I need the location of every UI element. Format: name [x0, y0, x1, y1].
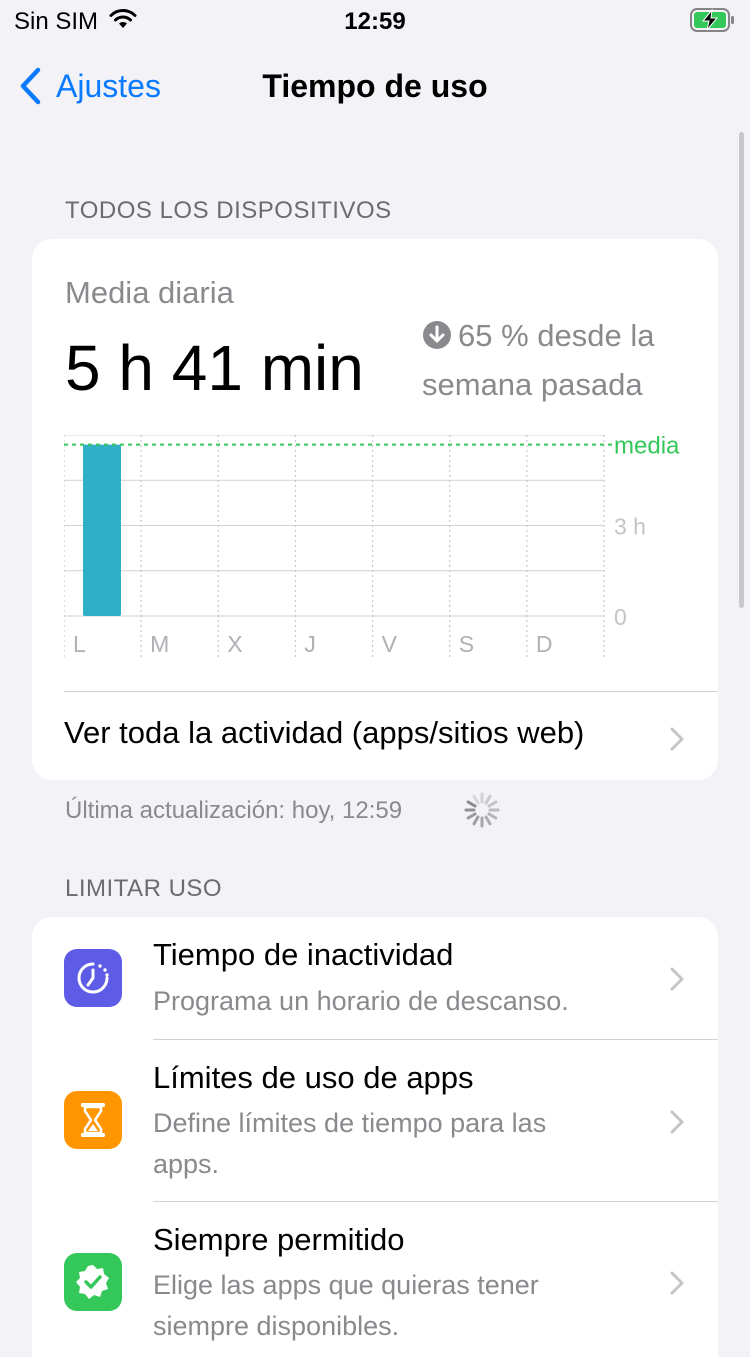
always-allowed-subtitle: Elige las apps que quieras tener siempre… [153, 1270, 539, 1341]
app-limits-title: Límites de uso de apps [153, 1060, 474, 1095]
hourglass-icon [64, 1091, 122, 1149]
chart-x-tick-label: D [536, 631, 553, 657]
downtime-subtitle: Programa un horario de descanso. [153, 986, 569, 1016]
loading-spinner-icon [464, 792, 500, 828]
status-bar: Sin SIM 12:59 [0, 0, 750, 44]
spinner-spoke [487, 800, 498, 808]
weekly-change-text: 65 % desde la semana pasada [422, 318, 655, 402]
downtime-icon [64, 949, 122, 1007]
chevron-right-icon [670, 1271, 684, 1295]
chart-x-tick-label: V [382, 631, 398, 657]
section-header-all-devices: TODOS LOS DISPOSITIVOS [65, 197, 392, 224]
chart-x-tick-label: S [459, 631, 474, 657]
chart-bar-L [83, 444, 121, 616]
spinner-spoke [466, 800, 477, 808]
daily-average-value: 5 h 41 min [65, 332, 364, 404]
section-header-limit-usage: LIMITAR USO [65, 875, 223, 902]
divider [64, 691, 718, 692]
chevron-right-icon [670, 967, 684, 991]
limit-usage-card: Tiempo de inactividad Programa un horari… [32, 917, 718, 1357]
clock: 12:59 [344, 8, 406, 35]
weekly-change: 65 % desde la semana pasada [422, 313, 692, 407]
arrow-down-circle-icon [422, 317, 452, 362]
page-title: Tiempo de uso [262, 68, 488, 104]
daily-average-card: Media diaria 5 h 41 min 65 % desde la se… [32, 239, 718, 780]
navigation-bar: Ajustes Tiempo de uso [0, 60, 750, 110]
view-all-activity-link[interactable]: Ver toda la actividad (apps/sitios web) [64, 715, 584, 751]
list-item-app-limits[interactable]: Límites de uso de apps Define límites de… [32, 1039, 718, 1201]
spinner-spoke [487, 812, 498, 820]
chart-x-tick-label: M [150, 631, 169, 657]
chevron-right-icon [670, 1110, 684, 1134]
chart-y-tick-label: 3 h [614, 514, 646, 540]
app-limits-subtitle: Define límites de tiempo para las apps. [153, 1108, 547, 1179]
checkmark-seal-icon [64, 1253, 122, 1311]
spinner-spoke [472, 815, 480, 826]
downtime-title: Tiempo de inactividad [153, 937, 454, 972]
spinner-spoke [484, 794, 492, 805]
daily-usage-chart[interactable]: media 3 h 0 L M X J V S D [64, 435, 704, 665]
chart-x-tick-label: J [304, 631, 316, 657]
list-item-downtime[interactable]: Tiempo de inactividad Programa un horari… [32, 917, 718, 1039]
chevron-right-icon [670, 727, 684, 751]
always-allowed-title: Siempre permitido [153, 1222, 405, 1257]
daily-average-label: Media diaria [65, 275, 234, 310]
chart-x-tick-label: L [73, 631, 86, 657]
battery-charging-icon [690, 8, 736, 37]
spinner-spoke [466, 812, 477, 820]
chart-y-tick-label: 0 [614, 604, 627, 630]
spinner-spoke [472, 794, 480, 805]
scrollbar[interactable] [739, 132, 744, 608]
last-update-label: Última actualización: hoy, 12:59 [65, 797, 403, 824]
spinner-spoke [484, 815, 492, 826]
chart-average-label: media [614, 435, 680, 460]
chart-x-tick-label: X [227, 631, 242, 657]
